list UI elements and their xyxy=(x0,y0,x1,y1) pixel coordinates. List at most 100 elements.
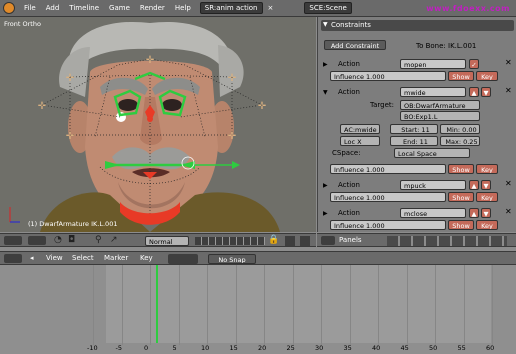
to-bone-label: To Bone: IK.L.001 xyxy=(416,42,477,50)
menu-file[interactable]: File xyxy=(24,4,36,12)
view-menu-icon[interactable] xyxy=(28,236,46,245)
menu-add[interactable]: Add xyxy=(46,4,60,12)
menu-key[interactable]: Key xyxy=(140,254,153,262)
key-button[interactable]: Key xyxy=(476,220,498,230)
current-frame-indicator[interactable] xyxy=(155,265,158,343)
constraints-title[interactable]: Constraints xyxy=(321,20,514,31)
move-up-icon[interactable]: ▲ xyxy=(469,208,479,218)
menu-help[interactable]: Help xyxy=(175,4,191,12)
move-down-icon[interactable]: ▼ xyxy=(481,208,491,218)
svg-text:✛: ✛ xyxy=(38,101,47,112)
render-preview-icon[interactable] xyxy=(285,236,295,246)
3d-view-header: ◔ ◘ ⚲ ↗ Normal 🔒 xyxy=(0,233,316,247)
expand-triangle-icon[interactable]: ▼ xyxy=(323,89,328,96)
target-object-field[interactable]: OB:DwarfArmature xyxy=(400,100,480,110)
timeline-tick-label: 10 xyxy=(201,344,210,352)
cspace-label: CSpace: xyxy=(332,149,361,157)
show-button[interactable]: Show xyxy=(448,71,474,81)
move-down-icon[interactable]: ▼ xyxy=(481,180,491,190)
action-field[interactable]: AC:mwide xyxy=(340,124,380,134)
timeline-tick-label: 55 xyxy=(457,344,466,352)
influence-field[interactable]: Influence 1.000 xyxy=(330,71,446,81)
constraint-type: Action xyxy=(338,60,360,68)
timeline-gridline xyxy=(463,265,465,345)
layer-buttons[interactable] xyxy=(195,237,265,245)
svg-text:✛: ✛ xyxy=(228,73,237,84)
editor-type-icon[interactable] xyxy=(4,254,22,263)
timeline-gridline xyxy=(235,265,237,345)
min-field[interactable]: Min: 0.00 xyxy=(440,124,480,134)
watermark: www.fdoexx.com xyxy=(426,3,510,13)
key-button[interactable]: Key xyxy=(476,192,498,202)
constraint-name-field[interactable]: mwide xyxy=(400,87,466,97)
constraint-name-field[interactable]: mpuck xyxy=(400,180,466,190)
show-button[interactable]: Show xyxy=(448,220,474,230)
delete-constraint-icon[interactable]: ✕ xyxy=(505,207,512,216)
context-buttons[interactable] xyxy=(387,236,507,246)
snap-select[interactable]: No Snap xyxy=(208,254,256,264)
editor-type-icon[interactable] xyxy=(321,236,335,245)
timeline-tick-label: 0 xyxy=(144,344,149,352)
move-up-icon[interactable]: ▲ xyxy=(469,87,479,97)
screen-selector[interactable]: SR:anim action xyxy=(199,2,263,14)
timeline-tick-label: 50 xyxy=(429,344,438,352)
collapse-triangle-icon[interactable]: ▼ xyxy=(323,21,328,28)
top-menubar: File Add Timeline Game Render Help SR:an… xyxy=(0,0,516,17)
lock-icon[interactable]: 🔒 xyxy=(268,235,279,245)
move-up-icon[interactable]: ▲ xyxy=(469,180,479,190)
timeline-gridline xyxy=(121,265,123,345)
constraint-name-field[interactable]: mopen xyxy=(400,59,466,69)
constraint-enable-icon[interactable]: ✓ xyxy=(469,59,479,69)
target-bone-field[interactable]: BO:Exp1.L xyxy=(400,111,480,121)
axis-icon[interactable]: ↗ xyxy=(110,235,118,245)
scene-selector[interactable]: SCE:Scene xyxy=(304,2,352,14)
timeline-gridline xyxy=(321,265,322,345)
expand-triangle-icon[interactable]: ▶ xyxy=(323,61,328,68)
menu-game[interactable]: Game xyxy=(109,4,130,12)
delete-constraint-icon[interactable]: ✕ xyxy=(505,179,512,188)
menu-view[interactable]: View xyxy=(46,254,63,262)
loc-axis-select[interactable]: Loc X xyxy=(340,136,380,146)
add-constraint-button[interactable]: Add Constraint xyxy=(324,40,386,50)
pose-icon[interactable]: ⚲ xyxy=(95,235,102,245)
key-button[interactable]: Key xyxy=(476,164,498,174)
editor-type-icon[interactable] xyxy=(4,236,22,245)
mode-select[interactable]: Normal xyxy=(145,236,189,246)
collapse-arrow-icon[interactable]: ◂ xyxy=(30,254,34,262)
end-frame-field[interactable]: End: 11 xyxy=(390,136,438,146)
max-field[interactable]: Max: 0.25 xyxy=(440,136,480,146)
timeline-tick-label: 30 xyxy=(315,344,324,352)
show-button[interactable]: Show xyxy=(448,192,474,202)
constraint-name-field[interactable]: mclose xyxy=(400,208,466,218)
snapshot-icon[interactable] xyxy=(300,236,310,246)
menu-render[interactable]: Render xyxy=(140,4,165,12)
influence-field[interactable]: Influence 1.000 xyxy=(330,164,446,174)
blender-logo-icon[interactable] xyxy=(3,2,15,14)
menu-select[interactable]: Select xyxy=(72,254,94,262)
timeline-area[interactable]: -10 -5 0 5 10 15 20 25 30 35 40 45 50 55 60 xyxy=(0,265,516,354)
object-icon[interactable]: ◘ xyxy=(68,235,75,245)
menu-timeline[interactable]: Timeline xyxy=(69,4,99,12)
key-button[interactable]: Key xyxy=(476,71,498,81)
expand-triangle-icon[interactable]: ▶ xyxy=(323,210,328,217)
menu-marker[interactable]: Marker xyxy=(104,254,128,262)
timeline-tick-label: 15 xyxy=(229,344,238,352)
svg-text:✛: ✛ xyxy=(258,101,267,112)
key-toggle-icon[interactable] xyxy=(168,254,198,264)
3d-viewport[interactable]: ✛✛✛ ✛✛✛ ✛ Front Ortho (1) DwarfArmat xyxy=(0,17,316,232)
timeline-gridline xyxy=(292,265,294,345)
show-button[interactable]: Show xyxy=(448,164,474,174)
timeline-tick-label: 45 xyxy=(400,344,409,352)
influence-field[interactable]: Influence 1.000 xyxy=(330,220,446,230)
delete-constraint-icon[interactable]: ✕ xyxy=(505,58,512,67)
expand-triangle-icon[interactable]: ▶ xyxy=(323,182,328,189)
start-frame-field[interactable]: Start: 11 xyxy=(390,124,438,134)
constraint-type: Action xyxy=(338,181,360,189)
timeline-gridline xyxy=(150,265,151,345)
influence-field[interactable]: Influence 1.000 xyxy=(330,192,446,202)
screen-close-icon[interactable]: × xyxy=(268,4,274,12)
move-down-icon[interactable]: ▼ xyxy=(481,87,491,97)
delete-constraint-icon[interactable]: ✕ xyxy=(505,86,512,95)
select-icon[interactable]: ◔ xyxy=(54,235,62,245)
cspace-select[interactable]: Local Space xyxy=(394,148,470,158)
